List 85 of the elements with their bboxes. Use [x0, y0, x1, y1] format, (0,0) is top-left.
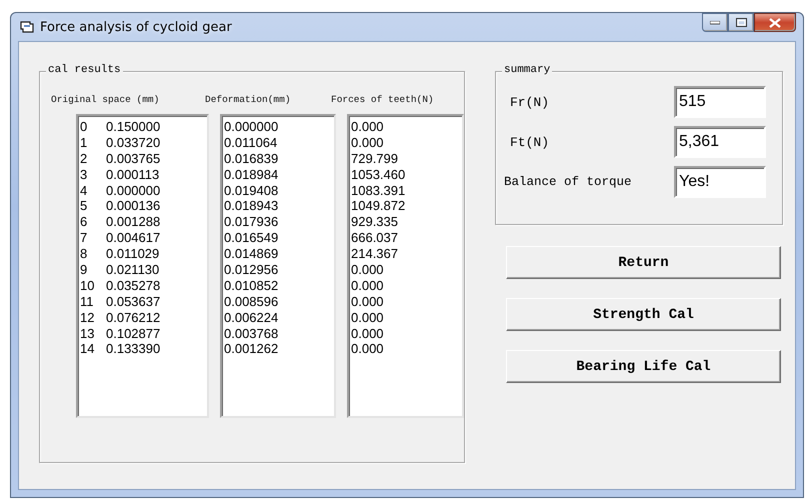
list-item: 0.000	[351, 119, 384, 135]
list-item: 666.037	[351, 230, 398, 246]
value-field[interactable]: 515	[674, 86, 766, 118]
row-index: 5	[80, 198, 88, 214]
row-index: 11	[80, 294, 94, 310]
minimize-button[interactable]	[702, 13, 728, 32]
row-index: 4	[80, 182, 88, 198]
close-icon	[769, 18, 781, 28]
row-index: 8	[80, 246, 88, 262]
group-title: cal results	[46, 64, 123, 76]
value-field[interactable]: Yes!	[674, 166, 766, 198]
list-item: 0.000000	[106, 182, 160, 198]
list-item: 0.011064	[224, 134, 278, 151]
maximize-icon	[736, 18, 746, 27]
list-item: 0.004617	[106, 230, 160, 246]
results-list[interactable]: 0.000 0.000 729.799 1053.460 1083.391 1049.872 929.335 666.037 214.367 0.000 0.000 0.000 0.000 0.000 0.000	[347, 114, 464, 418]
group-title: summary	[502, 64, 552, 76]
row-index: 10	[80, 278, 96, 294]
column-heading: Deformation(mm)	[205, 94, 292, 105]
list-item: 0.001262	[224, 341, 278, 358]
row-index: 12	[80, 310, 96, 326]
list-item: 0.003768	[224, 326, 278, 342]
window-title: Force analysis of cycloid gear	[40, 20, 232, 34]
row-index: 13	[80, 326, 96, 342]
list-item: 0.000	[351, 341, 384, 358]
list-item: 214.367	[351, 246, 398, 262]
value-field[interactable]: 5,361	[674, 126, 766, 158]
list-item: 0.000	[351, 134, 384, 151]
field-label: Fr(N)	[509, 94, 550, 110]
list-item: 0.035278	[106, 278, 160, 294]
row-index: 1	[80, 134, 88, 151]
list-item: 0.018984	[224, 166, 278, 183]
row-index: 2	[80, 150, 88, 167]
list-item: 929.335	[351, 214, 398, 230]
row-index: 9	[80, 262, 88, 278]
field-label: Balance of torque	[504, 175, 632, 189]
list-item: 0.000000	[224, 119, 278, 135]
list-item: 1049.872	[351, 198, 406, 214]
list-item: 0.076212	[106, 310, 160, 326]
column-heading: Forces of teeth(N)	[331, 94, 435, 105]
list-item: 729.799	[351, 150, 398, 167]
list-item: 0.017936	[224, 214, 278, 230]
app-icon	[20, 21, 34, 33]
list-item: 0.021130	[106, 262, 160, 278]
list-item: 0.006224	[224, 310, 278, 326]
list-item: 0.014869	[224, 246, 278, 262]
results-list[interactable]: 0.000000 0.011064 0.016839 0.018984 0.019408 0.018943 0.017936 0.016549 0.014869 0.012956 0.010852 0.008596 0.006224 0.003768 0.001262	[220, 114, 336, 418]
row-index: 7	[80, 230, 88, 246]
list-item: 0.016549	[224, 230, 278, 246]
list-item: 0.033720	[106, 134, 160, 151]
row-index: 14	[80, 341, 96, 358]
list-item: 0.102877	[106, 326, 160, 342]
list-item: 0.000	[351, 310, 384, 326]
list-item: 0.016839	[224, 150, 278, 167]
list-item: 0.018943	[224, 198, 278, 214]
close-button[interactable]	[754, 13, 796, 32]
list-item: 0.019408	[224, 182, 278, 198]
list-item: 0.000	[351, 326, 384, 342]
row-index: 6	[80, 214, 88, 230]
minimize-icon	[710, 20, 720, 24]
list-item: 1053.460	[351, 166, 406, 183]
list-item: 0.011029	[106, 246, 160, 262]
list-item: 0.000	[351, 294, 384, 310]
list-item: 0.003765	[106, 150, 160, 167]
action-button[interactable]: Bearing Life Cal	[506, 350, 781, 383]
maximize-button[interactable]	[728, 13, 754, 32]
list-item: 1083.391	[351, 182, 406, 198]
row-index: 0	[80, 119, 88, 135]
list-item: 0.150000	[106, 119, 160, 135]
list-item: 0.133390	[106, 341, 160, 358]
list-item: 0.000136	[106, 198, 160, 214]
list-item: 0.053637	[106, 294, 160, 310]
field-label: Ft(N)	[509, 134, 550, 150]
list-item: 0.012956	[224, 262, 278, 278]
action-button[interactable]: Strength Cal	[506, 298, 781, 331]
column-heading: Original space (mm)	[51, 94, 160, 105]
action-button[interactable]: Return	[506, 246, 781, 279]
list-item: 0.010852	[224, 278, 278, 294]
list-item: 0.008596	[224, 294, 278, 310]
list-item: 0.001288	[106, 214, 160, 230]
list-item: 0.000	[351, 278, 384, 294]
row-index: 3	[80, 166, 88, 183]
results-list[interactable]: 0 0.150000 1 0.033720 2 0.003765 3 0.000113 4 0.000000 5 0.000136 6 0.001288 7 0.004617 8 0.011029 9 0.021130 10 0.035278 11 0.053637 12 0.076212 13 0.102877 14 0.133390	[76, 114, 209, 418]
list-item: 0.000113	[106, 166, 160, 183]
list-item: 0.000	[351, 262, 384, 278]
